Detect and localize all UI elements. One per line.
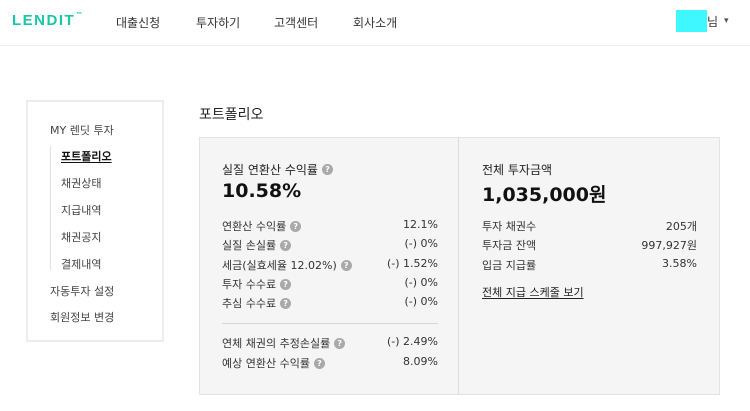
returns-row-value: (-) 0% xyxy=(404,295,439,308)
returns-row-value: (-) 1.52% xyxy=(387,257,438,270)
returns-row-label: 연환산 수익률? xyxy=(222,218,302,234)
question-circle-icon[interactable]: ? xyxy=(280,239,292,251)
logo-trademark: ™ xyxy=(76,12,83,18)
sidebar-item-portfolio[interactable]: 포트폴리오 xyxy=(61,148,112,164)
returns-row-value: (-) 2.49% xyxy=(387,335,438,348)
returns-row-label: 추심 수수료? xyxy=(222,295,292,311)
user-suffix: 님 xyxy=(707,14,719,29)
logo-text: LENDIT xyxy=(12,12,76,29)
returns-row-value: 8.09% xyxy=(403,355,438,368)
returns-row-label: 연체 채권의 추정손실률? xyxy=(222,335,346,351)
payment-schedule-link[interactable]: 전체 지급 스케줄 보기 xyxy=(482,284,584,300)
panel-divider xyxy=(458,138,459,394)
question-circle-icon[interactable]: ? xyxy=(313,357,325,369)
returns-row-value: 12.1% xyxy=(403,218,438,231)
investment-row-value: 205개 xyxy=(665,220,697,233)
sidebar-section-my-invest[interactable]: MY 렌딧 투자 xyxy=(50,122,114,138)
returns-row-label: 세금(실효세율 12.02%)? xyxy=(222,257,352,273)
top-navigation-bar: LENDIT™ 대출신청 투자하기 고객센터 회사소개 님 ▾ xyxy=(0,0,750,46)
returns-value: 10.58% xyxy=(222,180,302,202)
question-circle-icon[interactable]: ? xyxy=(280,297,292,309)
page-title: 포트폴리오 xyxy=(199,107,264,123)
returns-row-label: 예상 연환산 수익률? xyxy=(222,355,325,371)
question-circle-icon[interactable]: ? xyxy=(334,337,346,349)
nav-loan-apply[interactable]: 대출신청 xyxy=(116,14,160,31)
returns-row-value: (-) 0% xyxy=(404,237,439,250)
sidebar-item-settlement-history[interactable]: 결제내역 xyxy=(61,256,101,272)
returns-divider xyxy=(222,323,438,324)
investment-row-label: 입금 지급률 xyxy=(482,259,537,272)
returns-row-label: 실질 손실률? xyxy=(222,237,292,253)
question-circle-icon[interactable]: ? xyxy=(290,220,302,232)
investment-total-value: 1,035,000원 xyxy=(482,184,607,206)
sidebar-item-bond-status[interactable]: 채권상태 xyxy=(61,175,101,191)
returns-heading: 실질 연환산 수익률? xyxy=(222,161,333,178)
sidebar: MY 렌딧 투자 포트폴리오 채권상태 지급내역 채권공지 결제내역 자동투자 … xyxy=(26,100,164,342)
user-name-redacted xyxy=(676,10,707,32)
nav-company-info[interactable]: 회사소개 xyxy=(353,14,397,31)
returns-row-label: 투자 수수료? xyxy=(222,276,292,292)
nav-customer-center[interactable]: 고객센터 xyxy=(274,14,318,31)
investment-row-label: 투자금 잔액 xyxy=(482,239,537,252)
returns-title: 실질 연환산 수익률 xyxy=(222,163,318,177)
user-menu[interactable]: 님 ▾ xyxy=(676,10,729,32)
investment-row-value: 3.58% xyxy=(662,257,697,270)
question-circle-icon[interactable]: ? xyxy=(321,164,333,175)
sidebar-item-profile-edit[interactable]: 회원정보 변경 xyxy=(50,309,114,325)
question-circle-icon[interactable]: ? xyxy=(280,278,292,290)
nav-invest[interactable]: 투자하기 xyxy=(196,14,240,31)
question-circle-icon[interactable]: ? xyxy=(340,259,352,271)
investment-heading: 전체 투자금액 xyxy=(482,163,553,177)
investment-row-value: 997,927원 xyxy=(641,239,697,252)
sidebar-item-auto-invest[interactable]: 자동투자 설정 xyxy=(50,283,114,299)
chevron-down-icon: ▾ xyxy=(724,16,729,26)
investment-row-label: 투자 채권수 xyxy=(482,220,537,233)
returns-row-value: (-) 0% xyxy=(404,276,439,289)
sidebar-item-bond-notice[interactable]: 채권공지 xyxy=(61,229,101,245)
sidebar-subnav-line xyxy=(50,146,51,270)
lendit-logo[interactable]: LENDIT™ xyxy=(12,12,82,29)
sidebar-item-payment-history[interactable]: 지급내역 xyxy=(61,202,101,218)
